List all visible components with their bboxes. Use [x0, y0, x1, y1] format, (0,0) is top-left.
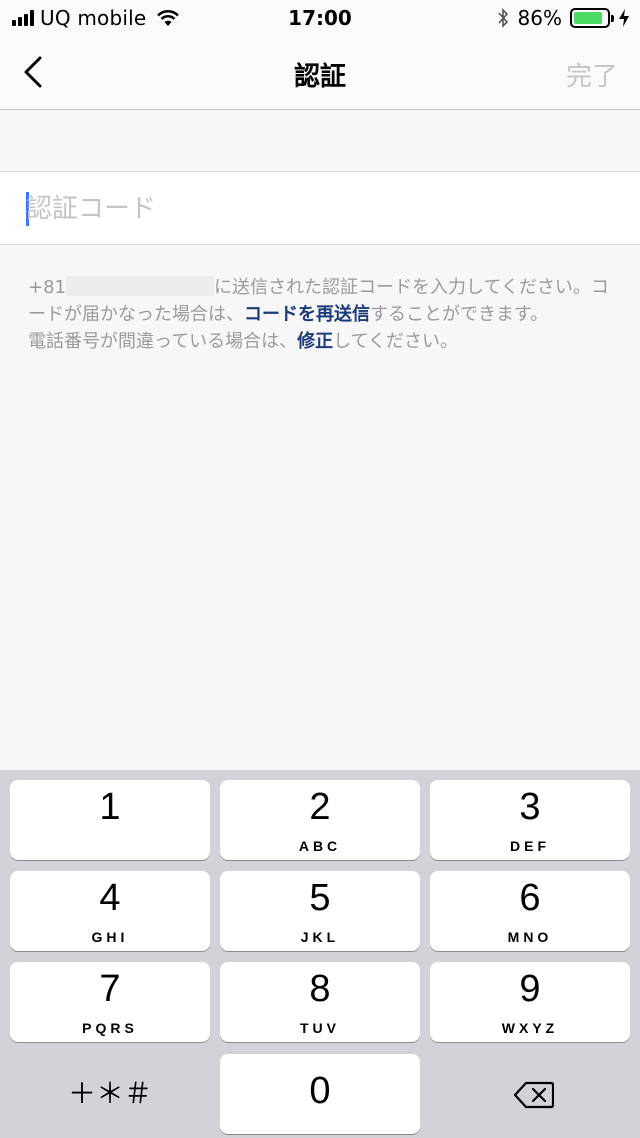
- key-5[interactable]: 5 JKL: [220, 871, 420, 951]
- symbols-key[interactable]: ＋＊＃: [10, 1054, 210, 1134]
- resend-code-link[interactable]: コードを再送信: [244, 304, 370, 325]
- nav-bar: 認証 完了: [0, 36, 640, 110]
- backspace-icon: [514, 1081, 554, 1109]
- key-8[interactable]: 8 TUV: [220, 962, 420, 1042]
- status-right: 86%: [496, 6, 630, 30]
- verification-code-input[interactable]: [26, 184, 606, 234]
- country-code: +81: [28, 277, 66, 298]
- battery-fill: [574, 12, 602, 24]
- done-button[interactable]: 完了: [566, 56, 618, 93]
- battery-icon: [570, 8, 614, 28]
- instructions-paragraph-1: +81 に送信された認証コードを入力してください。コードが届かなった場合は、コード…: [28, 276, 609, 325]
- key-2[interactable]: 2 ABC: [220, 780, 420, 860]
- page-title: 認証: [293, 62, 346, 92]
- delete-key[interactable]: [430, 1054, 630, 1134]
- masked-phone-number: [66, 276, 214, 296]
- status-bar: UQ mobile 17:00 86%: [0, 0, 640, 36]
- numeric-keypad: 1 2 ABC 3 DEF 4 GHI 5 JKL 6 MNO 7 PQRS 8…: [0, 770, 640, 1138]
- instructions-paragraph-2: 電話番号が間違っている場合は、修正してください。: [28, 331, 459, 352]
- key-7[interactable]: 7 PQRS: [10, 962, 210, 1042]
- bluetooth-icon: [497, 8, 508, 28]
- chevron-left-icon: [24, 56, 42, 88]
- bolt-icon: [619, 9, 629, 27]
- key-3[interactable]: 3 DEF: [430, 780, 630, 860]
- key-0[interactable]: 0: [220, 1054, 420, 1134]
- key-9[interactable]: 9 WXYZ: [430, 962, 630, 1042]
- key-4[interactable]: 4 GHI: [10, 871, 210, 951]
- battery-percent: 86%: [517, 6, 562, 30]
- fix-number-link[interactable]: 修正: [297, 331, 333, 352]
- back-button[interactable]: [16, 52, 56, 92]
- key-6[interactable]: 6 MNO: [430, 871, 630, 951]
- key-1[interactable]: 1: [10, 780, 210, 860]
- code-input-row: [0, 171, 640, 245]
- instructions: +81 に送信された認証コードを入力してください。コードが届かなった場合は、コード…: [28, 274, 618, 355]
